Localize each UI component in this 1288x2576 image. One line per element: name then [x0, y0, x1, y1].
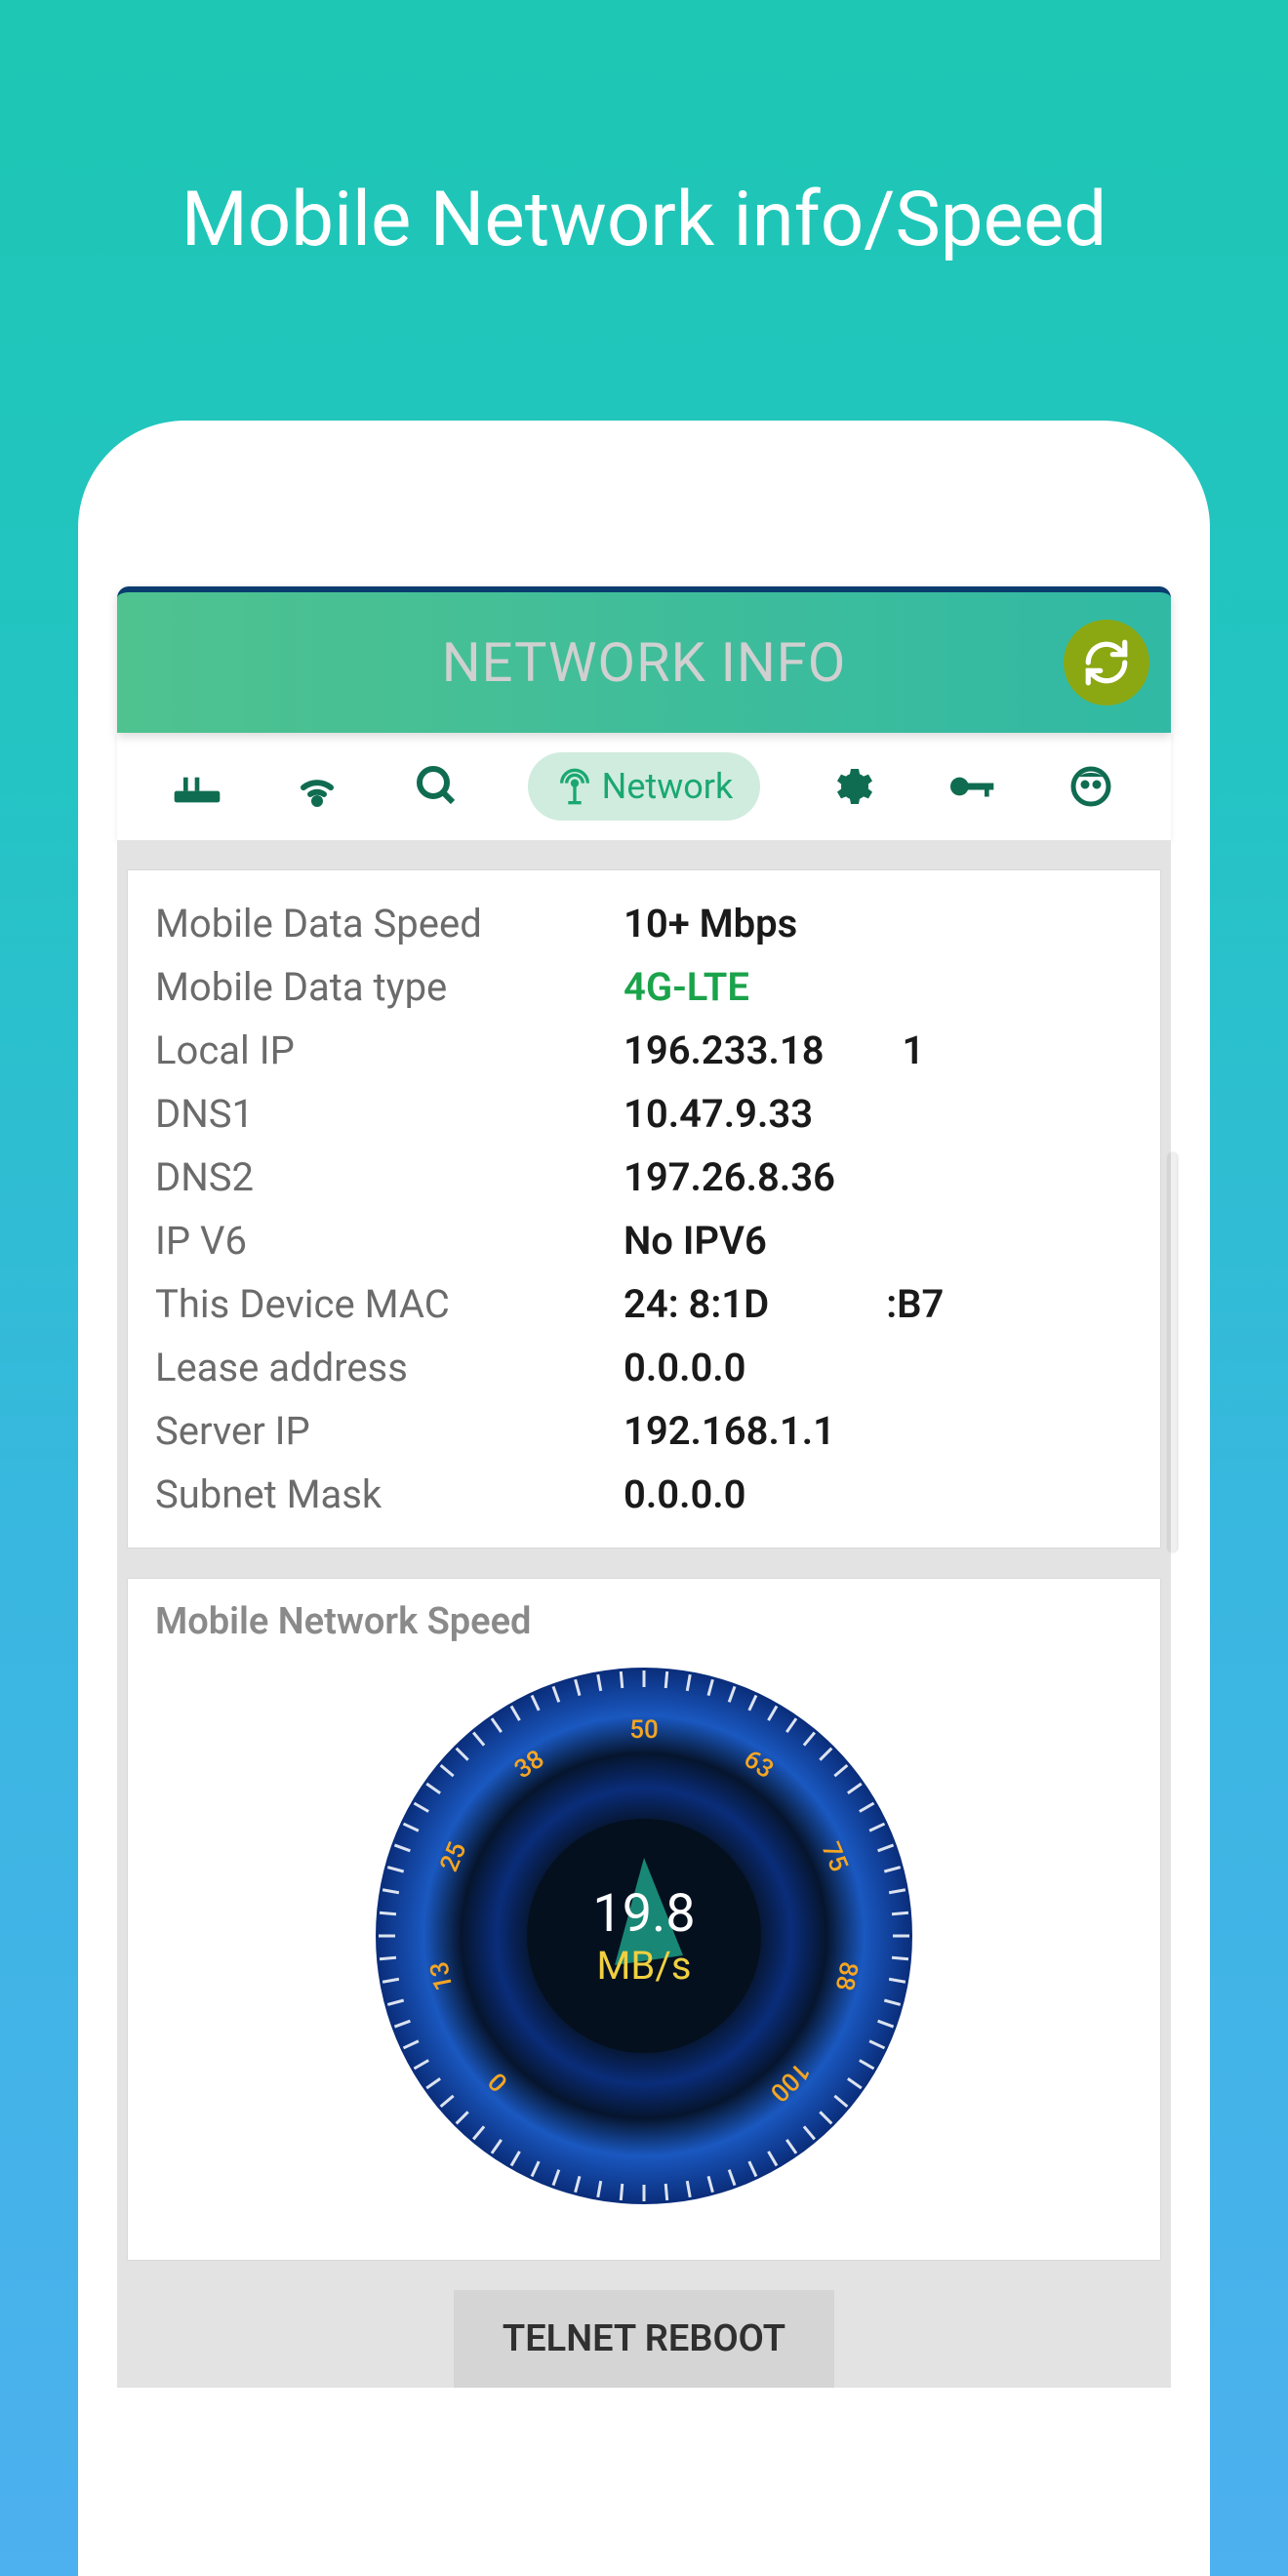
- refresh-icon: [1082, 638, 1131, 687]
- info-label: IP V6: [155, 1218, 624, 1264]
- info-value: 192.168.1.1: [624, 1408, 835, 1454]
- speed-gauge: 013253850637588100 19.8 MB/s: [371, 1663, 917, 2209]
- gear-icon[interactable]: [822, 757, 880, 816]
- info-value: 0.0.0.0: [624, 1345, 746, 1390]
- info-row: DNS2197.26.8.36: [155, 1146, 1133, 1209]
- face-icon[interactable]: [1062, 757, 1120, 816]
- info-row: DNS110.47.9.33: [155, 1082, 1133, 1146]
- info-label: Lease address: [155, 1345, 624, 1390]
- wifi-icon[interactable]: [288, 757, 346, 816]
- network-info-card: Mobile Data Speed10+ MbpsMobile Data typ…: [127, 869, 1161, 1549]
- info-value: No IPV6: [624, 1218, 767, 1264]
- content-area: Mobile Data Speed10+ MbpsMobile Data typ…: [117, 840, 1171, 2388]
- gauge-title: Mobile Network Speed: [155, 1600, 1133, 1643]
- phone-frame: NETWORK INFO Network: [78, 421, 1210, 2576]
- svg-text:13: 13: [424, 1959, 459, 1993]
- info-row: Lease address0.0.0.0: [155, 1336, 1133, 1399]
- page-title: Mobile Network info/Speed: [181, 176, 1107, 264]
- info-row: Subnet Mask0.0.0.0: [155, 1463, 1133, 1526]
- info-value: 10.47.9.33: [624, 1091, 813, 1137]
- info-label: DNS2: [155, 1154, 624, 1200]
- app-header-title: NETWORK INFO: [442, 630, 847, 695]
- info-value: 10+ Mbps: [624, 901, 797, 946]
- svg-text:88: 88: [828, 1959, 863, 1993]
- info-label: Server IP: [155, 1408, 624, 1454]
- info-label: Mobile Data Speed: [155, 901, 624, 946]
- info-row: Local IP196.233.181: [155, 1019, 1133, 1082]
- info-value: 196.233.181: [624, 1027, 924, 1073]
- speed-gauge-card: Mobile Network Speed: [127, 1578, 1161, 2261]
- telnet-reboot-label: TELNET REBOOT: [503, 2317, 785, 2360]
- refresh-button[interactable]: [1064, 620, 1149, 705]
- router-icon[interactable]: [168, 757, 226, 816]
- info-label: Mobile Data type: [155, 964, 624, 1010]
- info-row: Mobile Data type4G-LTE: [155, 955, 1133, 1019]
- info-value: 0.0.0.0: [624, 1471, 746, 1517]
- tab-network[interactable]: Network: [528, 752, 761, 821]
- info-value: 24: 8:1D:B7: [624, 1281, 944, 1327]
- app-header: NETWORK INFO: [117, 586, 1171, 733]
- tab-network-label: Network: [602, 766, 734, 807]
- info-label: Local IP: [155, 1027, 624, 1073]
- scroll-indicator[interactable]: [1167, 1152, 1177, 1552]
- tab-bar: Network: [117, 733, 1171, 840]
- search-icon[interactable]: [408, 757, 466, 816]
- antenna-icon: [555, 767, 594, 806]
- info-row: Mobile Data Speed10+ Mbps: [155, 892, 1133, 955]
- telnet-reboot-button[interactable]: TELNET REBOOT: [454, 2290, 834, 2388]
- svg-text:50: 50: [629, 1715, 659, 1745]
- info-row: IP V6No IPV6: [155, 1209, 1133, 1272]
- info-row: This Device MAC24: 8:1D:B7: [155, 1272, 1133, 1336]
- info-row: Server IP192.168.1.1: [155, 1399, 1133, 1463]
- info-label: This Device MAC: [155, 1281, 624, 1327]
- key-icon[interactable]: [942, 757, 1000, 816]
- info-value: 197.26.8.36: [624, 1154, 835, 1200]
- info-label: DNS1: [155, 1091, 624, 1137]
- info-label: Subnet Mask: [155, 1471, 624, 1517]
- info-value: 4G-LTE: [624, 964, 749, 1010]
